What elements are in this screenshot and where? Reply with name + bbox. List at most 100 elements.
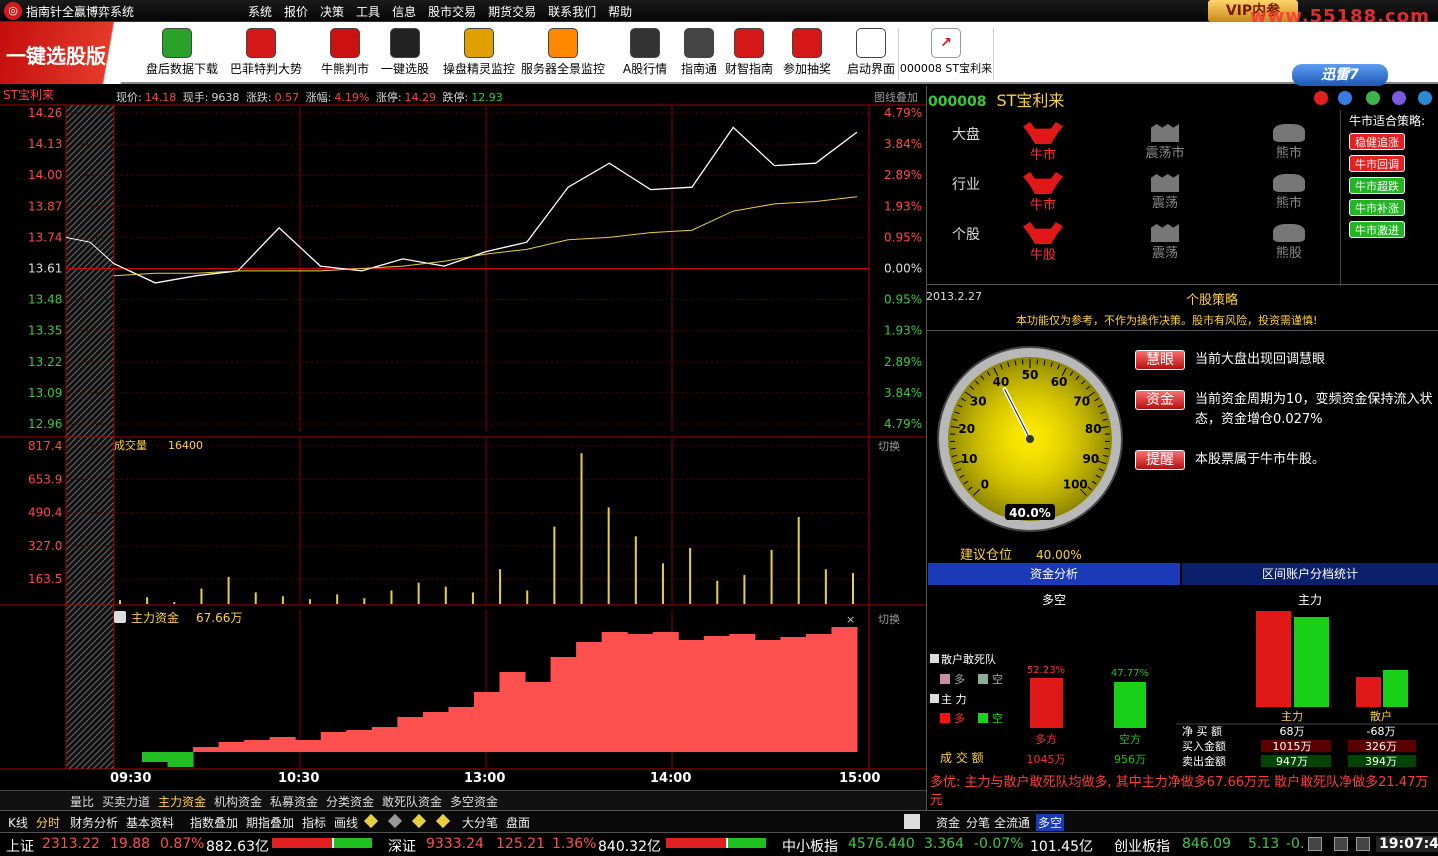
checkbox-main[interactable] bbox=[930, 694, 939, 703]
tab-indicator[interactable]: 买卖力道 bbox=[102, 793, 150, 810]
tab-right[interactable]: 多空 bbox=[1036, 814, 1064, 831]
sound-icon[interactable] bbox=[1356, 837, 1370, 851]
toolbar-button[interactable]: 操盘精灵监控 bbox=[434, 28, 524, 80]
market-bear-label: 熊市 bbox=[1264, 192, 1314, 211]
strategy-button[interactable]: 牛市补涨 bbox=[1349, 199, 1405, 216]
status-sz: 9333.24 bbox=[426, 836, 484, 852]
chart-icon[interactable] bbox=[1392, 91, 1406, 105]
long-bar bbox=[1030, 678, 1063, 728]
status-zx_amt: 101.45亿 bbox=[1030, 836, 1093, 856]
toolbar-button[interactable]: 牛熊判市 bbox=[314, 28, 376, 80]
menu-item[interactable]: 股市交易 bbox=[428, 3, 476, 20]
tab-view[interactable]: 财务分析 bbox=[70, 814, 118, 831]
menu-item[interactable]: 帮助 bbox=[608, 3, 632, 20]
time-axis-label: 14:00 bbox=[650, 771, 691, 786]
fund-title: 主力资金 bbox=[131, 610, 179, 625]
advice-button[interactable]: 提醒 bbox=[1135, 450, 1185, 470]
fund-bar bbox=[321, 732, 347, 752]
toolbar-button[interactable]: 一键选股 bbox=[374, 28, 436, 80]
menu-item[interactable]: 工具 bbox=[356, 3, 380, 20]
toolbar-button-label: 参加抽奖 bbox=[783, 62, 831, 76]
download-icon bbox=[162, 28, 192, 58]
bull-icon bbox=[1023, 222, 1063, 244]
play-icon[interactable] bbox=[1314, 91, 1328, 105]
xunlei-button[interactable]: 迅雷7 bbox=[1292, 64, 1388, 86]
diamond-icon[interactable] bbox=[436, 814, 450, 828]
strategy-button[interactable]: 稳健追涨 bbox=[1349, 133, 1405, 150]
checkbox-retail[interactable] bbox=[930, 654, 939, 663]
tab-indicator[interactable]: 多空资金 bbox=[450, 793, 498, 810]
network-icon[interactable] bbox=[1308, 837, 1322, 851]
one-key-select-button[interactable]: 一键选股版 bbox=[0, 22, 140, 84]
toolbar-button[interactable]: 启动界面 bbox=[840, 28, 902, 80]
buffett-icon bbox=[246, 28, 276, 58]
tab-right[interactable]: 分笔 bbox=[966, 814, 990, 831]
main-title: 主力 bbox=[1298, 593, 1322, 607]
menu-item[interactable]: 报价 bbox=[284, 3, 308, 20]
diamond-icon[interactable] bbox=[412, 814, 426, 828]
diamond-icon[interactable] bbox=[364, 814, 378, 828]
tab-right[interactable]: 全流通 bbox=[994, 814, 1030, 831]
price-axis-label: 14.00 bbox=[28, 168, 62, 182]
menu-item[interactable]: 系统 bbox=[248, 3, 272, 20]
phone-icon[interactable] bbox=[1338, 91, 1352, 105]
advice-button[interactable]: 慧眼 bbox=[1135, 350, 1185, 370]
tab-indicator[interactable]: 主力资金 bbox=[158, 793, 206, 810]
pct-axis-label: 0.00% bbox=[884, 262, 922, 276]
toolbar-button[interactable]: A股行情 bbox=[614, 28, 676, 80]
menu-bar: 系统报价决策工具信息股市交易期货交易联系我们帮助 bbox=[248, 3, 644, 20]
tab-account-stats[interactable]: 区间账户分档统计 bbox=[1182, 563, 1438, 585]
intraday-chart: 14.2614.1314.0013.8713.7413.6113.4813.35… bbox=[0, 100, 926, 790]
toolbar-button[interactable]: 服务器全景监控 bbox=[518, 28, 608, 80]
gauge-tick bbox=[951, 448, 956, 449]
pct-axis-label: 0.95% bbox=[884, 230, 922, 244]
strategy-button[interactable]: 牛市超跌 bbox=[1349, 177, 1405, 194]
tab-right[interactable]: 资金 bbox=[936, 814, 960, 831]
fund-switch[interactable]: 切换 bbox=[878, 612, 900, 626]
tab-indicator[interactable]: 量比 bbox=[70, 793, 94, 810]
signal-icon[interactable] bbox=[1334, 837, 1348, 851]
strategy-button[interactable]: 牛市回调 bbox=[1349, 155, 1405, 172]
tab-view[interactable]: 基本资料 bbox=[126, 814, 174, 831]
tab-view[interactable]: 大分笔 bbox=[462, 814, 498, 831]
toolbar-button[interactable]: 盘后数据下载 bbox=[146, 28, 208, 80]
toolbar-button[interactable]: 财智指南 bbox=[718, 28, 780, 80]
fund-bar bbox=[500, 672, 526, 752]
gauge-tick-label: 30 bbox=[970, 394, 987, 408]
volume-switch[interactable]: 切换 bbox=[878, 439, 900, 453]
tab-active-stock[interactable]: ↗ 000008 ST宝利来 bbox=[898, 28, 994, 80]
status-cy_pct: -0. bbox=[1286, 836, 1304, 852]
close-icon[interactable]: × bbox=[846, 613, 855, 626]
bull-icon bbox=[1023, 172, 1063, 194]
tab-view[interactable]: 盘面 bbox=[506, 814, 530, 831]
fund-bar bbox=[602, 632, 628, 752]
toolbar-button[interactable]: 巴菲特判大势 bbox=[230, 28, 292, 80]
legend-retail: 散户敢死队 bbox=[941, 652, 996, 666]
tab-indicator[interactable]: 分类资金 bbox=[326, 793, 374, 810]
tab-indicator[interactable]: 敢死队资金 bbox=[382, 793, 442, 810]
tab-view[interactable]: 分时 bbox=[36, 814, 60, 831]
diamond-icon[interactable] bbox=[388, 814, 402, 828]
price-axis-label: 13.09 bbox=[28, 386, 62, 400]
tab-indicator[interactable]: 私募资金 bbox=[270, 793, 318, 810]
toolbar-button[interactable]: 参加抽奖 bbox=[776, 28, 838, 80]
strategy-button[interactable]: 牛市激进 bbox=[1349, 221, 1405, 238]
globe-icon[interactable] bbox=[1366, 91, 1380, 105]
tab-view[interactable]: 指标 bbox=[302, 814, 326, 831]
status-sz_chg: 125.21 bbox=[496, 836, 545, 852]
tab-view[interactable]: 指数叠加 bbox=[190, 814, 238, 831]
menu-item[interactable]: 信息 bbox=[392, 3, 416, 20]
tab-view[interactable]: 期指叠加 bbox=[246, 814, 294, 831]
advice-button[interactable]: 资金 bbox=[1135, 390, 1185, 410]
tab-view[interactable]: K线 bbox=[8, 814, 28, 831]
arrow-right-icon[interactable] bbox=[904, 814, 920, 829]
tools-icon[interactable] bbox=[1418, 91, 1432, 105]
tab-fund-analysis[interactable]: 资金分析 bbox=[928, 563, 1180, 585]
tab-indicator[interactable]: 机构资金 bbox=[214, 793, 262, 810]
menu-item[interactable]: 联系我们 bbox=[548, 3, 596, 20]
menu-item[interactable]: 决策 bbox=[320, 3, 344, 20]
tab-view[interactable]: 画线 bbox=[334, 814, 358, 831]
menu-item[interactable]: 期货交易 bbox=[488, 3, 536, 20]
volume-axis-label: 490.4 bbox=[28, 506, 62, 520]
help-icon[interactable] bbox=[114, 611, 126, 623]
